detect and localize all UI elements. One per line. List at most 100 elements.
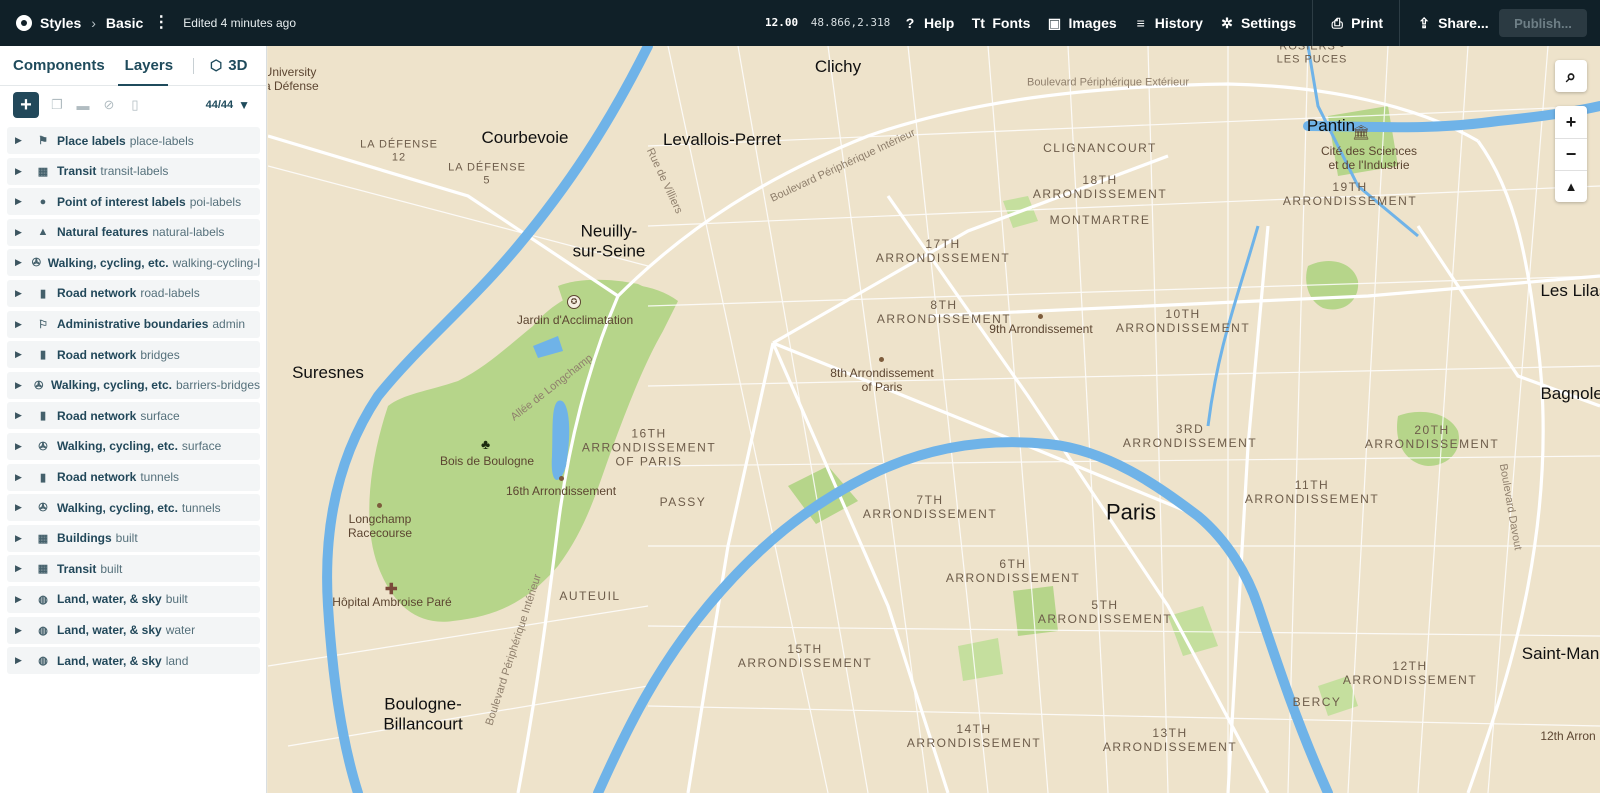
poi-dot-9th: [1038, 314, 1043, 319]
map-label-city: Levallois-Perret: [662, 130, 782, 150]
layer-row[interactable]: ▶ ✇ Walking, cycling, etc. walking-cycling-…: [7, 249, 260, 277]
cube-icon: ⬡: [210, 57, 223, 73]
map-label-arr: 12TH ARRONDISSEMENT: [1342, 659, 1478, 687]
map-label-small: LA DÉFENSE 5: [448, 161, 526, 186]
expand-caret-icon[interactable]: ▶: [15, 288, 27, 299]
layer-row[interactable]: ▶ ▦ Buildings built: [7, 524, 260, 552]
layer-group-name: Walking, cycling, etc.: [47, 255, 169, 270]
layer-group-name: Place labels: [57, 133, 126, 148]
share-button[interactable]: ⇪ Share...: [1416, 15, 1488, 32]
layer-row[interactable]: ▶ ▮ Road network tunnels: [7, 463, 260, 491]
expand-caret-icon[interactable]: ▶: [15, 166, 27, 177]
layers-toolbar: + ❐ ▬ ⊘ ▯ 44/44 ▼: [0, 86, 266, 124]
lat-lng: 48.866,2.318: [810, 16, 891, 29]
button-label: Fonts: [992, 15, 1031, 31]
more-options-icon[interactable]: ⋮: [153, 15, 169, 31]
layer-row[interactable]: ▶ ▦ Transit transit-labels: [7, 157, 260, 185]
zoom-out-button[interactable]: −: [1555, 138, 1587, 170]
expand-caret-icon[interactable]: ▶: [15, 533, 27, 544]
expand-caret-icon[interactable]: ▶: [15, 625, 27, 636]
map-label-road: Boulevard Périphérique Extérieur: [1026, 76, 1190, 89]
zoom-in-button[interactable]: +: [1555, 106, 1587, 138]
settings-button[interactable]: ✲ Settings: [1219, 15, 1296, 32]
road-icon: ▮: [39, 410, 47, 423]
map-canvas[interactable]: Clichy Courbevoie Levallois-Perret Neuilly-…: [268, 46, 1600, 793]
layer-row[interactable]: ▶ ⚑ Place labels place-labels: [7, 127, 260, 154]
layer-row[interactable]: ▶ ✇ Walking, cycling, etc. surface: [7, 432, 260, 460]
expand-caret-icon[interactable]: ▶: [15, 472, 27, 483]
expand-caret-icon[interactable]: ▶: [15, 441, 27, 452]
breadcrumb-styles[interactable]: Styles: [40, 15, 81, 31]
building-icon: ▦: [37, 532, 49, 545]
filter-icon[interactable]: ▼: [238, 98, 250, 112]
hide-icon[interactable]: ⊘: [99, 95, 119, 115]
amusement-park-icon[interactable]: ✪: [567, 295, 581, 309]
museum-icon[interactable]: 🏛: [1352, 124, 1370, 141]
images-button[interactable]: ▣ Images: [1046, 15, 1117, 32]
print-icon: ⎙: [1331, 14, 1343, 31]
layer-id: tunnels: [140, 470, 180, 485]
layer-id: road-labels: [140, 286, 200, 301]
expand-caret-icon[interactable]: ▶: [15, 227, 27, 238]
map-nav-control: + − ▲: [1555, 106, 1587, 202]
layer-count[interactable]: 44/44 ▼: [206, 98, 250, 112]
layer-row[interactable]: ▶ ✇ Walking, cycling, etc. barriers-bridges: [7, 371, 260, 399]
layer-row[interactable]: ▶ ✇ Walking, cycling, etc. tunnels: [7, 494, 260, 522]
breadcrumb-style-name[interactable]: Basic: [106, 15, 143, 31]
layer-id: surface: [181, 439, 222, 454]
layer-row[interactable]: ▶ ⚐ Administrative boundaries admin: [7, 310, 260, 338]
compass-icon[interactable]: ▲: [1555, 170, 1587, 202]
help-button[interactable]: ? Help: [902, 15, 955, 31]
map-label-city: Courbevoie: [481, 128, 569, 148]
add-layer-button[interactable]: +: [13, 92, 39, 118]
trash-icon[interactable]: ▯: [125, 95, 145, 115]
duplicate-icon[interactable]: ❐: [47, 95, 67, 115]
tab-layers[interactable]: Layers: [125, 57, 173, 74]
layer-row[interactable]: ▶ ▮ Road network surface: [7, 402, 260, 430]
layer-row[interactable]: ▶ ◍ Land, water, & sky land: [7, 647, 260, 675]
tree-icon[interactable]: ♣: [481, 436, 490, 452]
layer-row[interactable]: ▶ ▦ Transit built: [7, 555, 260, 583]
expand-caret-icon[interactable]: ▶: [15, 196, 27, 207]
road-icon: ▮: [39, 471, 47, 484]
layer-group-name: Road network: [57, 347, 137, 362]
expand-caret-icon[interactable]: ▶: [15, 319, 27, 330]
tab-components[interactable]: Components: [13, 57, 105, 74]
expand-caret-icon[interactable]: ▶: [15, 502, 27, 513]
expand-caret-icon[interactable]: ▶: [15, 594, 27, 605]
expand-caret-icon[interactable]: ▶: [15, 380, 24, 391]
hospital-icon[interactable]: ✚: [385, 580, 398, 598]
map-label-poi: Bois de Boulogne: [439, 454, 535, 469]
poi-dot-8th: [879, 357, 884, 362]
layer-row[interactable]: ▶ ◍ Land, water, & sky built: [7, 585, 260, 613]
layer-row[interactable]: ▶ ▲ Natural features natural-labels: [7, 218, 260, 246]
tab-3d[interactable]: ⬡ 3D: [210, 57, 247, 74]
map-label-city: Bagnolet: [1540, 384, 1600, 404]
map-label-poi: 16th Arrondissement: [505, 484, 617, 499]
expand-caret-icon[interactable]: ▶: [15, 257, 23, 268]
layer-row[interactable]: ▶ ● Point of interest labels poi-labels: [7, 188, 260, 216]
map-label-small: ROSIERS - LES PUCES: [1276, 46, 1348, 65]
chevron-right-icon: ›: [91, 15, 96, 31]
history-button[interactable]: ≡ History: [1133, 15, 1203, 31]
layer-row[interactable]: ▶ ▮ Road network bridges: [7, 341, 260, 369]
layer-count-value: 44/44: [205, 99, 234, 111]
expand-caret-icon[interactable]: ▶: [15, 410, 27, 421]
layer-id: built: [100, 561, 123, 576]
print-button[interactable]: ⎙ Print: [1329, 14, 1384, 32]
layer-id: place-labels: [129, 133, 194, 148]
search-icon[interactable]: ⌕: [1555, 60, 1587, 92]
expand-caret-icon[interactable]: ▶: [15, 563, 27, 574]
publish-button[interactable]: Publish...: [1499, 9, 1587, 37]
mapbox-logo-icon[interactable]: [16, 15, 32, 31]
layer-row[interactable]: ▶ ▮ Road network road-labels: [7, 279, 260, 307]
fonts-button[interactable]: Tt Fonts: [970, 15, 1031, 31]
poi-dot-longchamp: [377, 503, 382, 508]
folder-icon[interactable]: ▬: [73, 95, 93, 115]
layer-row[interactable]: ▶ ◍ Land, water, & sky water: [7, 616, 260, 644]
expand-caret-icon[interactable]: ▶: [15, 655, 27, 666]
settings-icon: ✲: [1221, 14, 1233, 31]
expand-caret-icon[interactable]: ▶: [15, 349, 27, 360]
map-label-city: Pantin: [1306, 116, 1356, 136]
expand-caret-icon[interactable]: ▶: [15, 135, 27, 146]
